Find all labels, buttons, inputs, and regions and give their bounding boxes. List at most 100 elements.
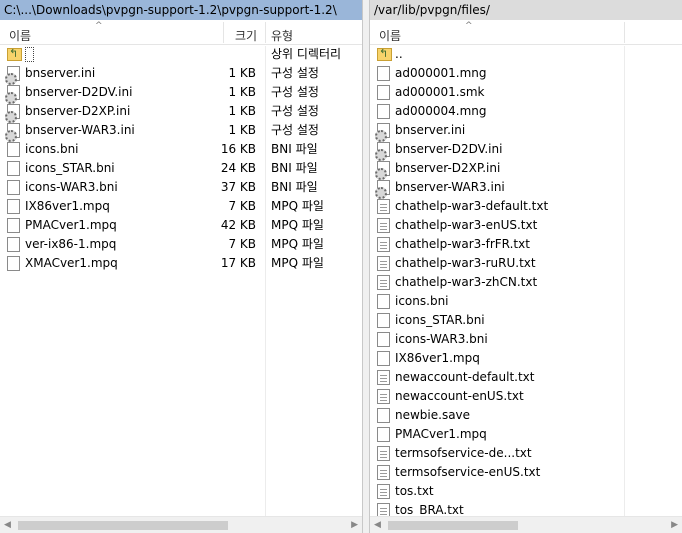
file-row[interactable]: termsofservice-de...txt — [370, 444, 682, 463]
file-row[interactable]: bnserver.ini 1 KB 구성 설정 — [0, 64, 362, 85]
file-name: XMACver1.mpq — [25, 256, 118, 270]
file-row[interactable]: tos.txt — [370, 482, 682, 501]
scroll-left-icon[interactable]: ◀ — [4, 520, 11, 530]
file-name: .. — [395, 47, 403, 61]
file-icon — [377, 104, 390, 119]
scrollbar-thumb[interactable] — [388, 521, 518, 530]
file-row[interactable]: chathelp-war3-default.txt — [370, 197, 682, 216]
file-size: 37 KB — [220, 180, 256, 194]
file-row[interactable]: bnserver-D2XP.ini — [370, 159, 682, 180]
file-row[interactable]: ad000004.mng — [370, 102, 682, 121]
file-icon — [377, 85, 390, 100]
file-size: 1 KB — [228, 123, 256, 137]
file-icon — [377, 351, 390, 366]
local-path-bar[interactable]: C:\...\Downloads\pvpgn-support-1.2\pvpgn… — [0, 0, 362, 20]
text-file-icon — [377, 218, 390, 233]
local-file-list: 상위 디렉터리bnserver.ini1 KB구성 설정bnserver-D2D… — [0, 44, 362, 273]
file-row[interactable]: bnserver-WAR3.ini — [370, 178, 682, 199]
file-size: 1 KB — [228, 85, 256, 99]
file-name: ad000001.mng — [395, 66, 487, 80]
file-row[interactable]: IX86ver1.mpq 7 KB MPQ 파일 — [0, 197, 362, 216]
file-row[interactable]: icons.bni — [370, 292, 682, 311]
column-divider[interactable] — [265, 22, 266, 43]
file-size: 1 KB — [228, 104, 256, 118]
remote-file-pane[interactable]: /var/lib/pvpgn/files/ 이름 ^ .. ad000001.mn… — [369, 0, 682, 533]
file-row[interactable]: bnserver.ini — [370, 121, 682, 142]
file-type: 구성 설정 — [271, 85, 319, 99]
file-row[interactable]: icons-WAR3.bni — [370, 330, 682, 349]
file-row[interactable]: ver-ix86-1.mpq 7 KB MPQ 파일 — [0, 235, 362, 254]
file-name: bnserver-D2XP.ini — [25, 104, 131, 118]
remote-horizontal-scrollbar[interactable]: ◀ ▶ — [370, 516, 682, 533]
file-name: IX86ver1.mpq — [25, 199, 110, 213]
file-row[interactable]: bnserver-WAR3.ini 1 KB 구성 설정 — [0, 121, 362, 142]
column-type-header[interactable]: 유형 — [271, 27, 293, 44]
scrollbar-thumb[interactable] — [18, 521, 228, 530]
file-row[interactable]: chathelp-war3-zhCN.txt — [370, 273, 682, 292]
local-horizontal-scrollbar[interactable]: ◀ ▶ — [0, 516, 362, 533]
file-name: chathelp-war3-frFR.txt — [395, 237, 530, 251]
file-row[interactable]: newaccount-default.txt — [370, 368, 682, 387]
column-name-header[interactable]: 이름 — [9, 27, 31, 44]
file-name: ad000001.smk — [395, 85, 485, 99]
text-file-icon — [377, 256, 390, 271]
remote-file-list: .. ad000001.mng ad000001.smk ad000004.mng bn… — [370, 44, 682, 520]
file-name: chathelp-war3-enUS.txt — [395, 218, 538, 232]
column-divider[interactable] — [223, 22, 224, 43]
file-icon — [377, 66, 390, 81]
text-file-icon — [377, 275, 390, 290]
file-row[interactable]: bnserver-D2XP.ini 1 KB 구성 설정 — [0, 102, 362, 123]
file-name: chathelp-war3-ruRU.txt — [395, 256, 536, 270]
file-row[interactable]: icons_STAR.bni — [370, 311, 682, 330]
file-row[interactable]: 상위 디렉터리 — [0, 44, 362, 64]
file-row[interactable]: ad000001.mng — [370, 64, 682, 83]
text-file-icon — [377, 370, 390, 385]
column-divider[interactable] — [624, 22, 625, 43]
file-row[interactable]: bnserver-D2DV.ini — [370, 140, 682, 161]
file-row[interactable]: chathelp-war3-ruRU.txt — [370, 254, 682, 273]
column-name-header[interactable]: 이름 — [379, 27, 401, 44]
file-row[interactable]: icons_STAR.bni 24 KB BNI 파일 — [0, 159, 362, 178]
column-size-header[interactable]: 크기 — [235, 27, 257, 44]
scroll-right-icon[interactable]: ▶ — [351, 520, 358, 530]
file-icon — [377, 313, 390, 328]
remote-path-bar[interactable]: /var/lib/pvpgn/files/ — [370, 0, 682, 20]
file-icon — [7, 237, 20, 252]
file-row[interactable]: ad000001.smk — [370, 83, 682, 102]
local-file-pane[interactable]: C:\...\Downloads\pvpgn-support-1.2\pvpgn… — [0, 0, 363, 533]
file-row[interactable]: .. — [370, 44, 682, 64]
scroll-left-icon[interactable]: ◀ — [374, 520, 381, 530]
file-row[interactable]: chathelp-war3-enUS.txt — [370, 216, 682, 235]
file-icon — [7, 199, 20, 214]
file-row[interactable]: chathelp-war3-frFR.txt — [370, 235, 682, 254]
settings-file-icon — [375, 180, 390, 199]
file-row[interactable]: newbie.save — [370, 406, 682, 425]
file-row[interactable]: bnserver-D2DV.ini 1 KB 구성 설정 — [0, 83, 362, 104]
file-size: 7 KB — [228, 237, 256, 251]
file-row[interactable]: newaccount-enUS.txt — [370, 387, 682, 406]
file-size: 42 KB — [220, 218, 256, 232]
text-file-icon — [377, 484, 390, 499]
scroll-right-icon[interactable]: ▶ — [671, 520, 678, 530]
file-name: ad000004.mng — [395, 104, 487, 118]
up-folder-icon — [377, 44, 392, 63]
file-row[interactable]: icons-WAR3.bni 37 KB BNI 파일 — [0, 178, 362, 197]
settings-file-icon — [375, 142, 390, 161]
file-icon — [377, 408, 390, 423]
file-row[interactable]: icons.bni 16 KB BNI 파일 — [0, 140, 362, 159]
sort-ascending-icon: ^ — [95, 21, 103, 31]
file-type: MPQ 파일 — [271, 256, 324, 270]
file-row[interactable]: PMACver1.mpq — [370, 425, 682, 444]
column-divider — [624, 46, 625, 516]
file-row[interactable]: PMACver1.mpq 42 KB MPQ 파일 — [0, 216, 362, 235]
file-row[interactable]: IX86ver1.mpq — [370, 349, 682, 368]
file-size: 17 KB — [220, 256, 256, 270]
file-row[interactable]: termsofservice-enUS.txt — [370, 463, 682, 482]
text-file-icon — [377, 237, 390, 252]
file-row[interactable]: XMACver1.mpq 17 KB MPQ 파일 — [0, 254, 362, 273]
settings-file-icon — [375, 161, 390, 180]
file-type: 구성 설정 — [271, 66, 319, 80]
file-name: bnserver-D2XP.ini — [395, 161, 501, 175]
file-type: MPQ 파일 — [271, 199, 324, 213]
settings-file-icon — [5, 123, 20, 142]
